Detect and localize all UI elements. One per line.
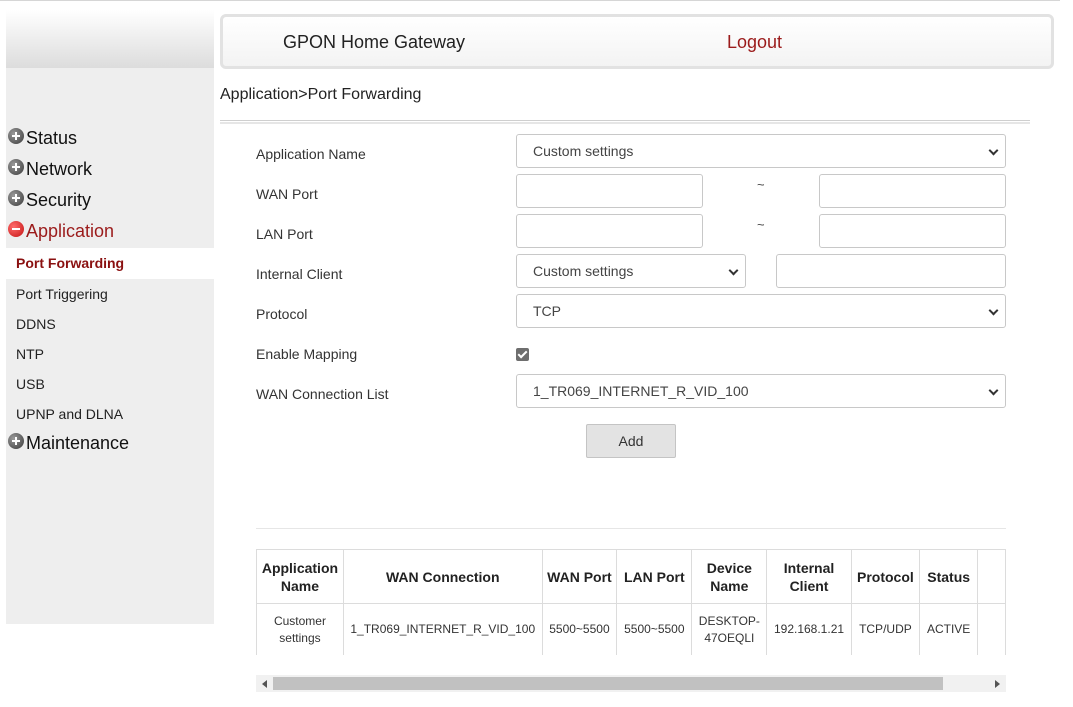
sidebar-item-port-forwarding[interactable]: Port Forwarding <box>6 248 214 279</box>
logout-link[interactable]: Logout <box>727 32 782 53</box>
chevron-down-icon <box>988 305 999 316</box>
sidebar-item-usb[interactable]: USB <box>6 369 214 400</box>
logo-area <box>6 10 214 68</box>
chevron-down-icon <box>988 385 999 396</box>
wan-port-label: WAN Port <box>256 186 318 202</box>
expand-plus-icon <box>8 432 24 449</box>
chevron-down-icon <box>728 265 739 276</box>
menu-group-label: Maintenance <box>26 433 130 453</box>
internal-client-ip-input[interactable] <box>776 254 1006 288</box>
application-name-select[interactable]: Custom settings <box>516 134 1006 168</box>
application-name-label: Application Name <box>256 146 366 162</box>
select-value: TCP <box>533 303 561 319</box>
table-header-row: Application Name WAN Connection WAN Port… <box>256 549 1006 604</box>
cell-device-name: DESKTOP-47OEQLI <box>691 603 768 655</box>
sidebar-item-ntp[interactable]: NTP <box>6 339 214 370</box>
menu-group-label: Application <box>26 221 115 241</box>
lan-port-start-input[interactable] <box>516 214 703 248</box>
range-separator: ~ <box>757 177 765 192</box>
scroll-left-arrow-icon[interactable] <box>262 680 267 688</box>
header-bar: GPON Home Gateway Logout <box>220 14 1054 69</box>
sidebar-item-upnp-dlna[interactable]: UPNP and DLNA <box>6 399 214 430</box>
cell-application-name: Customer settings <box>256 603 344 655</box>
lan-port-label: LAN Port <box>256 226 313 242</box>
menu-group-application[interactable]: Application <box>8 220 115 242</box>
col-device-name: Device Name <box>691 549 768 604</box>
app-title: GPON Home Gateway <box>283 32 466 52</box>
menu-group-security[interactable]: Security <box>8 189 92 211</box>
cell-wan-port: 5500~5500 <box>541 603 618 655</box>
range-separator: ~ <box>757 217 765 232</box>
collapse-minus-icon <box>8 220 24 237</box>
menu-group-label: Status <box>26 128 78 148</box>
select-value: Custom settings <box>533 143 634 159</box>
chevron-down-icon <box>988 145 999 156</box>
cell-wan-connection: 1_TR069_INTERNET_R_VID_100 <box>342 603 543 655</box>
scroll-right-arrow-icon[interactable] <box>995 680 1000 688</box>
wan-port-end-input[interactable] <box>819 174 1006 208</box>
wan-connection-list-label: WAN Connection List <box>256 386 389 402</box>
internal-client-select[interactable]: Custom settings <box>516 254 746 288</box>
horizontal-scrollbar[interactable] <box>256 675 1006 692</box>
sidebar-item-ddns[interactable]: DDNS <box>6 309 214 340</box>
protocol-label: Protocol <box>256 306 308 322</box>
divider <box>220 120 1030 124</box>
col-application-name: Application Name <box>256 549 344 604</box>
expand-plus-icon <box>8 189 24 206</box>
cell-status: ACTIVE <box>919 603 979 655</box>
table-row[interactable]: Customer settings 1_TR069_INTERNET_R_VID… <box>256 603 1006 655</box>
cell-protocol: TCP/UDP <box>850 603 921 655</box>
sidebar-item-port-triggering[interactable]: Port Triggering <box>6 279 214 310</box>
port-forwarding-table: Application Name WAN Connection WAN Port… <box>256 549 1006 655</box>
cell-lan-port: 5500~5500 <box>616 603 693 655</box>
col-overflow <box>977 549 1006 604</box>
enable-mapping-label: Enable Mapping <box>256 346 358 362</box>
col-lan-port: LAN Port <box>616 549 693 604</box>
wan-port-start-input[interactable] <box>516 174 703 208</box>
col-status: Status <box>919 549 979 604</box>
col-wan-port: WAN Port <box>541 549 618 604</box>
wan-connection-select[interactable]: 1_TR069_INTERNET_R_VID_100 <box>516 374 1006 408</box>
menu-group-status[interactable]: Status <box>8 127 78 149</box>
breadcrumb: Application>Port Forwarding <box>220 86 422 103</box>
select-value: 1_TR069_INTERNET_R_VID_100 <box>533 383 749 399</box>
protocol-select[interactable]: TCP <box>516 294 1006 328</box>
col-protocol: Protocol <box>850 549 921 604</box>
scroll-thumb[interactable] <box>273 677 943 690</box>
window-top-border <box>0 0 1060 3</box>
enable-mapping-checkbox[interactable] <box>516 348 529 361</box>
menu-group-network[interactable]: Network <box>8 158 93 180</box>
menu-group-label: Network <box>26 159 93 179</box>
divider <box>256 528 1006 529</box>
select-value: Custom settings <box>533 263 634 279</box>
col-internal-client: Internal Client <box>766 549 852 604</box>
rules-table-viewport: Application Name WAN Connection WAN Port… <box>256 549 1006 655</box>
lan-port-end-input[interactable] <box>819 214 1006 248</box>
menu-group-label: Security <box>26 190 92 210</box>
cell-internal-client: 192.168.1.21 <box>766 603 852 655</box>
add-button[interactable]: Add <box>586 424 676 458</box>
expand-plus-icon <box>8 127 24 144</box>
internal-client-label: Internal Client <box>256 266 343 282</box>
col-wan-connection: WAN Connection <box>342 549 543 604</box>
expand-plus-icon <box>8 158 24 175</box>
menu-group-maintenance[interactable]: Maintenance <box>8 432 130 454</box>
cell-overflow <box>977 603 1006 655</box>
